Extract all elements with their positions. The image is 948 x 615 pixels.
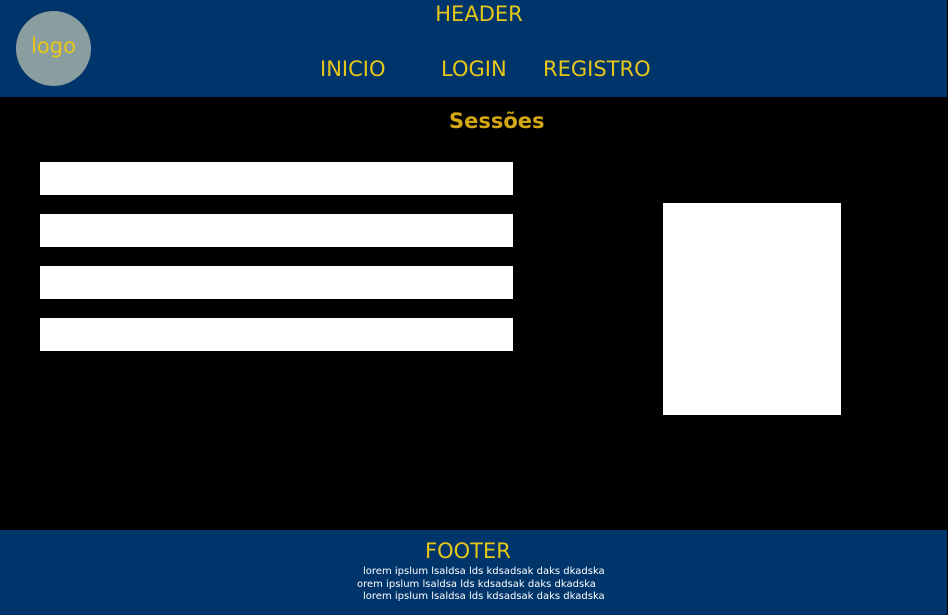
session-item-4[interactable]	[40, 318, 513, 351]
nav-login-link[interactable]: LOGIN	[441, 56, 507, 82]
header: logo HEADER INICIO LOGIN REGISTRO	[0, 0, 947, 97]
image-placeholder	[663, 203, 841, 415]
logo-text: logo	[31, 34, 76, 58]
session-item-3[interactable]	[40, 266, 513, 299]
footer: FOOTER lorem ipslum lsaldsa lds kdsadsak…	[0, 530, 947, 615]
sessions-title: Sessões	[449, 109, 545, 133]
nav-registro-link[interactable]: REGISTRO	[543, 56, 651, 82]
page: logo HEADER INICIO LOGIN REGISTRO Sessõe…	[0, 0, 948, 615]
session-item-1[interactable]	[40, 162, 513, 195]
footer-text-line: orem ipslum lsaldsa lds kdsadsak daks dk…	[357, 579, 596, 590]
session-item-2[interactable]	[40, 214, 513, 247]
nav-inicio-link[interactable]: INICIO	[320, 56, 385, 82]
footer-text-line: lorem ipslum lsaldsa lds kdsadsak daks d…	[363, 591, 605, 602]
header-title: HEADER	[435, 2, 523, 26]
footer-title: FOOTER	[425, 539, 511, 563]
footer-text-line: lorem ipslum lsaldsa lds kdsadsak daks d…	[363, 566, 605, 577]
